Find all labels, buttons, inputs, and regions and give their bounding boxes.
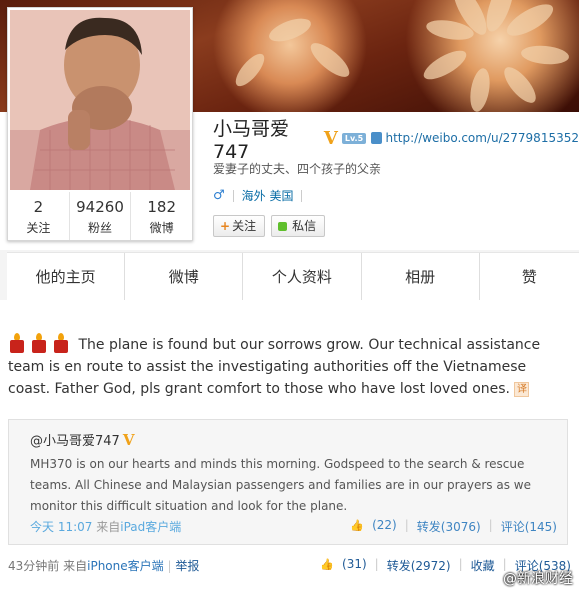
- divider: |: [404, 518, 409, 532]
- message-label: 私信: [292, 219, 317, 233]
- weibo-post: The plane is found but our sorrows grow.…: [0, 300, 579, 595]
- candle-icon: [30, 333, 48, 353]
- like-button[interactable]: 👍 (31): [312, 557, 366, 574]
- profile-name-row: 小马哥爱747 V Lv.5 http://weibo.com/u/277981…: [213, 118, 579, 163]
- divider: |: [374, 557, 379, 571]
- candle-icon: [8, 333, 26, 353]
- report-link[interactable]: 举报: [175, 559, 199, 573]
- stat-value: 2: [33, 198, 44, 216]
- divider: [232, 189, 234, 202]
- profile-url-link[interactable]: http://weibo.com/u/2779815352: [385, 131, 579, 145]
- thumbs-up-icon: 👍: [350, 519, 365, 532]
- stat-following[interactable]: 2 关注: [8, 192, 70, 240]
- stat-label: 关注: [26, 221, 51, 235]
- candle-icon: [52, 333, 70, 353]
- follow-label: 关注: [232, 219, 257, 233]
- avatar-card: 2 关注 94260 粉丝 182 微博: [7, 7, 193, 241]
- profile-stats: 2 关注 94260 粉丝 182 微博: [8, 192, 192, 240]
- favorite-button[interactable]: 收藏: [471, 557, 495, 574]
- profile-bio: 爱妻子的丈夫、四个孩子的父亲: [213, 162, 382, 176]
- repost-actions: 👍 (22) | 转发(3076) | 评论(145): [334, 518, 557, 535]
- stat-label: 粉丝: [88, 221, 113, 235]
- avatar[interactable]: [10, 10, 190, 190]
- repost-text: MH370 is on our hearts and minds this mo…: [30, 457, 531, 513]
- profile-name: 小马哥爱747: [213, 117, 290, 163]
- translate-button[interactable]: 译: [514, 382, 530, 397]
- avatar-photo: [10, 10, 190, 190]
- level-badge[interactable]: Lv.5: [341, 132, 367, 144]
- profile-meta: ♂ 海外 美国: [213, 187, 310, 204]
- from-label: 来自: [63, 559, 88, 573]
- link-icon: [371, 132, 383, 144]
- divider: |: [458, 557, 463, 571]
- repost-button[interactable]: 转发(2972): [387, 557, 451, 574]
- repost-time-link[interactable]: 今天 11:07: [30, 520, 92, 534]
- post-source-link[interactable]: iPhone客户端: [87, 559, 164, 573]
- repost-source-link[interactable]: iPad客户端: [120, 520, 181, 534]
- divider: [301, 189, 303, 202]
- tab-home[interactable]: 他的主页: [7, 253, 126, 301]
- watermark: @新浪财经: [503, 571, 573, 587]
- tab-profile-info[interactable]: 个人资料: [243, 253, 362, 301]
- like-count: (22): [372, 518, 397, 532]
- male-icon: ♂: [213, 188, 225, 203]
- follow-button[interactable]: + 关注: [213, 215, 266, 237]
- stat-value: 94260: [76, 198, 124, 216]
- tab-likes[interactable]: 赞: [480, 253, 579, 301]
- thumbs-up-icon: 👍: [320, 558, 335, 571]
- post-body: The plane is found but our sorrows grow.…: [8, 333, 568, 400]
- divider: |: [488, 518, 493, 532]
- source-link-text[interactable]: iPad客户端: [120, 520, 181, 534]
- location-link[interactable]: 海外 美国: [242, 187, 294, 204]
- repost-like-button[interactable]: 👍 (22): [342, 518, 396, 535]
- repost-comment-button[interactable]: 评论(145): [501, 518, 557, 535]
- stat-followers[interactable]: 94260 粉丝: [70, 192, 132, 240]
- post-time-link[interactable]: 43分钟前: [8, 559, 59, 573]
- tab-album[interactable]: 相册: [362, 253, 480, 301]
- verified-icon[interactable]: V: [123, 431, 135, 449]
- repost-repost-button[interactable]: 转发(3076): [417, 518, 481, 535]
- plus-icon: +: [220, 219, 231, 233]
- tab-weibo[interactable]: 微博: [125, 253, 244, 301]
- repost-author-link[interactable]: @小马哥爱747: [30, 430, 120, 449]
- message-button[interactable]: 私信: [271, 215, 326, 237]
- divider: |: [167, 559, 172, 573]
- message-icon: [278, 221, 288, 231]
- stat-label: 微博: [149, 221, 174, 235]
- repost-author-row: @小马哥爱747 V: [30, 430, 135, 450]
- from-label: 来自: [96, 520, 121, 534]
- post-text: The plane is found but our sorrows grow.…: [8, 337, 541, 397]
- verified-icon[interactable]: V: [324, 128, 338, 149]
- profile-tabs: 他的主页 微博 个人资料 相册 赞: [7, 252, 579, 302]
- stat-value: 182: [147, 198, 176, 216]
- reposted-post: @小马哥爱747 V MH370 is on our hearts and mi…: [8, 419, 568, 545]
- stat-posts[interactable]: 182 微博: [131, 192, 192, 240]
- like-count: (31): [342, 557, 367, 571]
- profile-actions: + 关注 私信: [213, 215, 331, 237]
